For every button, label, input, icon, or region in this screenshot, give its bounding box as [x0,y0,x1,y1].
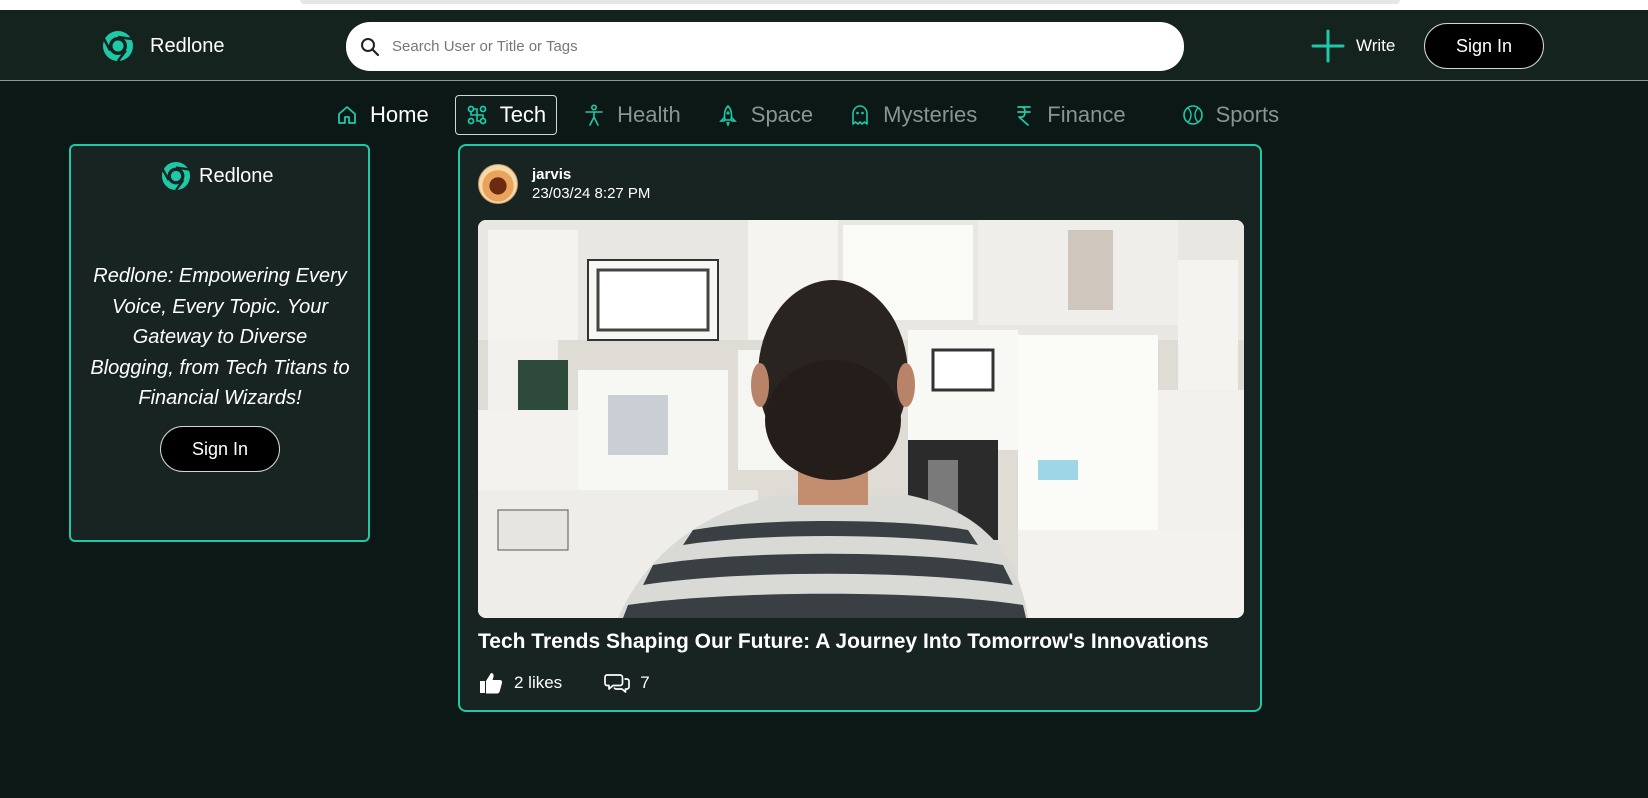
sidebar-brand-name: Redlone [199,164,274,187]
sidebar-signin-button[interactable]: Sign In [160,426,280,472]
post-cover-image[interactable] [478,220,1244,618]
nav-item-space[interactable]: Space [707,95,823,135]
nav-label-tech: Tech [499,102,547,127]
rocket-icon [718,104,737,126]
write-label: Write [1356,36,1396,55]
thumbs-up-icon [480,673,503,694]
post-stats: 2 likes 7 [478,668,650,698]
redlone-logo-icon [161,161,191,191]
tech-icon [467,105,487,125]
post-author[interactable]: jarvis [532,166,571,183]
nav-label-mysteries: Mysteries [883,102,978,127]
nav-item-finance[interactable]: Finance [1003,95,1135,135]
top-bar: Redlone Write Sign In [0,10,1648,81]
nav-label-health: Health [617,102,681,127]
person-icon [585,104,603,126]
search-input[interactable] [392,31,1152,62]
home-icon [338,106,356,124]
cover-illustration [478,220,1244,618]
browser-top-strip [0,0,1648,10]
comment-count: 7 [640,673,650,692]
write-button[interactable]: Write [1310,28,1395,64]
ball-icon [1182,105,1203,125]
nav-item-tech[interactable]: Tech [454,95,558,135]
sidebar-tagline: Redlone: Empowering Every Voice, Every T… [90,265,350,409]
nav-label-space: Space [750,102,814,127]
nav-label-sports: Sports [1215,102,1280,127]
about-card: Redlone Redlone: Empowering Every Voice,… [69,144,370,542]
nav-item-home[interactable]: Home [326,95,439,135]
nav-label-finance: Finance [1047,102,1126,127]
post-card[interactable]: jarvis 23/03/24 8:27 PM Tech Trends Shap… [458,144,1262,712]
post-title[interactable]: Tech Trends Shaping Our Future: A Journe… [478,630,1258,654]
nav-label-home: Home [370,102,429,127]
nav-item-mysteries[interactable]: Mysteries [839,95,987,135]
ghost-icon [852,105,868,125]
comment-button[interactable]: 7 [604,670,650,696]
rupee-icon [1017,106,1032,126]
header-signin-button[interactable]: Sign In [1424,23,1544,69]
avatar[interactable] [478,164,518,204]
plus-icon [1311,29,1345,63]
nav-item-health[interactable]: Health [573,95,691,135]
search-icon [361,37,380,56]
redlone-logo-icon [102,31,133,62]
brand-logo-link[interactable]: Redlone [102,30,225,62]
like-button[interactable]: 2 likes [478,670,562,696]
nav-item-sports[interactable]: Sports [1172,95,1290,135]
post-date: 23/03/24 8:27 PM [532,185,651,202]
category-nav: Home Tech Health Space Mysteries Finance… [326,94,1305,136]
like-count: 2 likes [514,673,563,692]
brand-name: Redlone [150,34,225,57]
search-bar [346,22,1184,71]
comments-icon [604,674,631,693]
sidebar-brand: Redlone [161,160,274,192]
